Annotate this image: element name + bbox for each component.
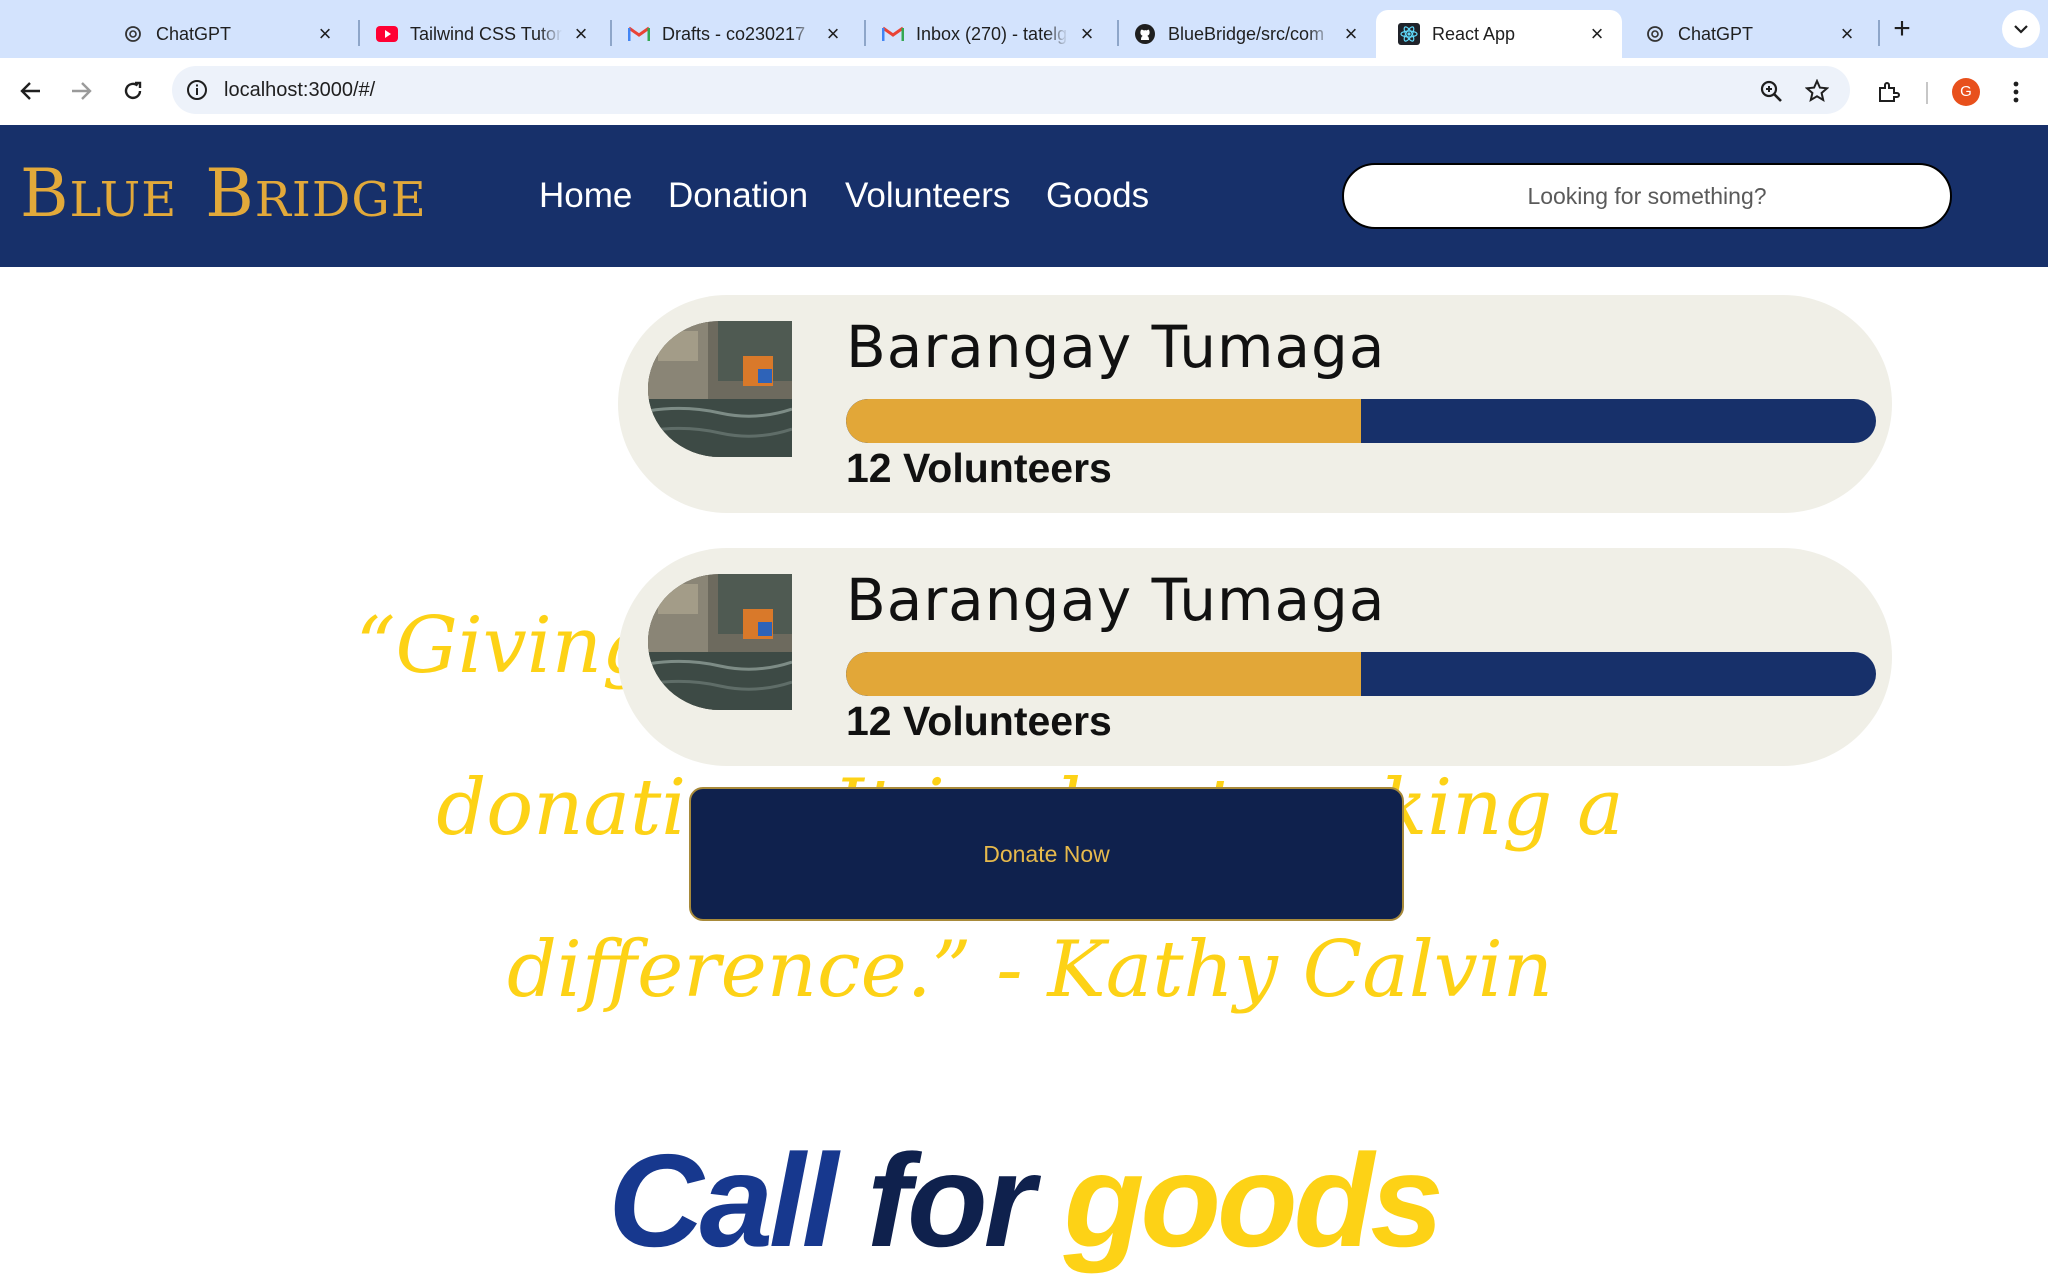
heading-word: for xyxy=(867,1127,1035,1274)
site-search-input[interactable] xyxy=(1342,163,1952,229)
tab-separator xyxy=(1878,20,1880,46)
logo-text: LUE xyxy=(69,172,178,228)
nav-link-home[interactable]: Home xyxy=(539,176,632,216)
info-icon[interactable] xyxy=(184,77,210,103)
browser-tab[interactable]: ChatGPT × xyxy=(1622,10,1872,58)
flood-photo xyxy=(648,574,792,710)
tab-title: Drafts - co230217 xyxy=(662,23,806,44)
address-bar[interactable]: localhost:3000/#/ xyxy=(172,66,1850,114)
site-header: BLUE BRIDGE Home Donation Volunteers Good… xyxy=(0,125,2048,267)
browser-tab-active[interactable]: React App × xyxy=(1376,10,1622,58)
progress-fill xyxy=(846,399,1361,443)
arrow-right-icon xyxy=(72,82,92,100)
nav-link-volunteers[interactable]: Volunteers xyxy=(845,176,1010,216)
chevron-down-icon xyxy=(2014,25,2028,34)
nav-link-donation[interactable]: Donation xyxy=(668,176,808,216)
new-tab-button[interactable]: + xyxy=(1886,14,1918,46)
bluebridge-logo[interactable]: BLUE BRIDGE xyxy=(20,155,427,232)
bookmark-star-icon[interactable] xyxy=(1802,76,1832,106)
puzzle-icon xyxy=(1879,82,1900,102)
close-icon[interactable]: × xyxy=(314,23,336,45)
browser-tab[interactable]: Tailwind CSS Tutorial × xyxy=(354,10,606,58)
campaign-title: Barangay Tumaga xyxy=(846,566,1386,634)
chatgpt-icon xyxy=(122,23,144,45)
heading-word: Call xyxy=(608,1127,838,1274)
tab-title: React App xyxy=(1432,23,1516,44)
tab-search-button[interactable] xyxy=(2002,10,2040,48)
volunteer-count: 12 Volunteers xyxy=(846,445,1112,491)
volunteer-progress-bar xyxy=(846,652,1876,696)
url-text[interactable]: localhost:3000/#/ xyxy=(224,79,375,102)
progress-fill xyxy=(846,652,1361,696)
campaign-card[interactable]: Barangay Tumaga 12 Volunteers xyxy=(618,548,1892,766)
tab-title: ChatGPT xyxy=(156,23,232,44)
forward-button[interactable] xyxy=(64,74,98,108)
arrow-left-icon xyxy=(20,82,40,100)
browser-tab-strip: ChatGPT × Tailwind CSS Tutorial × Drafts… xyxy=(0,0,2048,58)
close-icon[interactable]: × xyxy=(1340,23,1362,45)
flood-photo xyxy=(648,321,792,457)
more-vertical-icon xyxy=(2013,81,2019,103)
donate-now-button[interactable]: Donate Now xyxy=(689,787,1404,921)
zoom-icon[interactable] xyxy=(1756,76,1786,106)
tab-title: BlueBridge/src/com xyxy=(1168,23,1325,44)
profile-avatar[interactable]: G xyxy=(1952,78,1980,106)
browser-tab[interactable]: Drafts - co230217 × xyxy=(606,10,858,58)
browser-tab[interactable]: Inbox (270) - tatelg × xyxy=(860,10,1112,58)
reload-icon xyxy=(124,81,142,100)
campaign-title: Barangay Tumaga xyxy=(846,313,1386,381)
logo-text: RIDGE xyxy=(254,172,427,228)
close-icon[interactable]: × xyxy=(1586,23,1608,45)
youtube-icon xyxy=(376,23,398,45)
browser-tab[interactable]: ChatGPT × xyxy=(100,10,350,58)
logo-letter: B xyxy=(205,155,255,232)
browser-toolbar: localhost:3000/#/ G xyxy=(0,58,2048,125)
reload-button[interactable] xyxy=(116,74,150,108)
close-icon[interactable]: × xyxy=(1076,23,1098,45)
volunteer-progress-bar xyxy=(846,399,1876,443)
call-for-goods-heading: Call for goods xyxy=(0,1125,2048,1276)
react-icon xyxy=(1398,23,1420,45)
browser-tab[interactable]: BlueBridge/src/com × xyxy=(1112,10,1376,58)
close-icon[interactable]: × xyxy=(1836,23,1858,45)
close-icon[interactable]: × xyxy=(570,23,592,45)
back-button[interactable] xyxy=(14,74,48,108)
heading-word: goods xyxy=(1063,1127,1444,1274)
chatgpt-icon xyxy=(1644,23,1666,45)
toolbar-divider xyxy=(1926,82,1928,104)
campaign-card[interactable]: Barangay Tumaga 12 Volunteers xyxy=(618,295,1892,513)
menu-button[interactable] xyxy=(2000,76,2032,108)
close-icon[interactable]: × xyxy=(822,23,844,45)
logo-letter: B xyxy=(20,155,70,232)
extensions-button[interactable] xyxy=(1872,76,1904,108)
volunteer-count: 12 Volunteers xyxy=(846,698,1112,744)
gmail-icon xyxy=(882,23,904,45)
github-icon xyxy=(1134,23,1156,45)
tab-title: Tailwind CSS Tutorial xyxy=(410,23,562,44)
gmail-icon xyxy=(628,23,650,45)
nav-link-goods[interactable]: Goods xyxy=(1046,176,1149,216)
tab-title: ChatGPT xyxy=(1678,23,1754,44)
tab-title: Inbox (270) - tatelg xyxy=(916,23,1068,44)
